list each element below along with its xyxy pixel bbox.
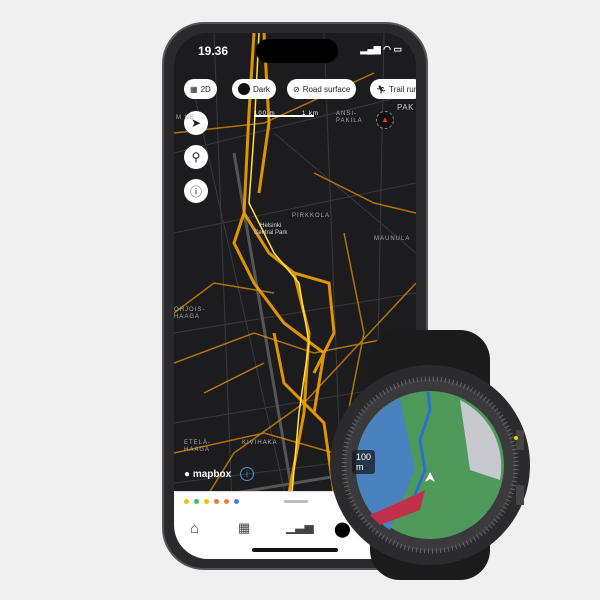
home-tab-icon[interactable]: ⌂ <box>190 520 199 537</box>
watch-scale-label: 100 m <box>352 450 376 474</box>
dark-mode-icon <box>238 83 250 95</box>
map-icon: ▦ <box>190 84 198 94</box>
chip-road-surface[interactable]: ⊘ Road surface <box>287 79 357 99</box>
info-icon: ⓘ <box>189 184 202 199</box>
label-pohjois-haaga: OHJOIS- HAAGA <box>174 307 206 320</box>
legend-dot <box>234 499 239 504</box>
runner-icon: 🏃︎ <box>376 84 387 94</box>
search-button[interactable]: ⚲ <box>184 145 208 169</box>
attribution-info-icon[interactable]: i <box>240 467 254 481</box>
eye-off-icon: ⊘ <box>293 84 300 94</box>
stats-tab-icon[interactable]: ▁▃▅ <box>286 520 314 534</box>
dynamic-island <box>256 39 338 63</box>
label-central-park: Helsinki Central Park <box>254 223 288 236</box>
calendar-tab-icon[interactable]: ▦ <box>238 520 250 536</box>
chip-trail-run[interactable]: 🏃︎ Trail run <box>370 79 416 99</box>
scale-long: 1 km <box>302 111 320 117</box>
label-maunula: MAUNULA <box>374 236 411 242</box>
label-district: M NE <box>176 115 195 121</box>
chip-dark[interactable]: Dark <box>232 79 276 99</box>
legend-dot <box>214 499 219 504</box>
label-etela-haaga: ETELÄ- HAAGA <box>184 440 212 453</box>
label-pakila: ANSI- PAKILA <box>336 111 363 124</box>
search-icon: ⚲ <box>191 150 201 164</box>
label-pak: PAK <box>396 103 415 112</box>
legend-dot <box>224 499 229 504</box>
label-pirkkola: PIRKKOLA <box>292 213 331 219</box>
legend-dot <box>194 499 199 504</box>
status-time: 19.36 <box>198 44 229 58</box>
info-button[interactable]: ⓘ <box>184 179 208 203</box>
legend-dot <box>184 499 189 504</box>
compass-button[interactable]: ▲ <box>376 111 394 129</box>
scale-short: 100 m <box>254 111 276 117</box>
label-kivihaka: KIVIHAKA <box>242 440 278 446</box>
mapbox-logo: ● mapbox <box>184 469 232 480</box>
legend-dot <box>204 499 209 504</box>
status-icons: ▂▄▆ ◠ ▭ <box>360 44 402 54</box>
chip-2d[interactable]: ▦ 2D <box>184 79 217 99</box>
sheet-handle[interactable] <box>284 500 308 503</box>
